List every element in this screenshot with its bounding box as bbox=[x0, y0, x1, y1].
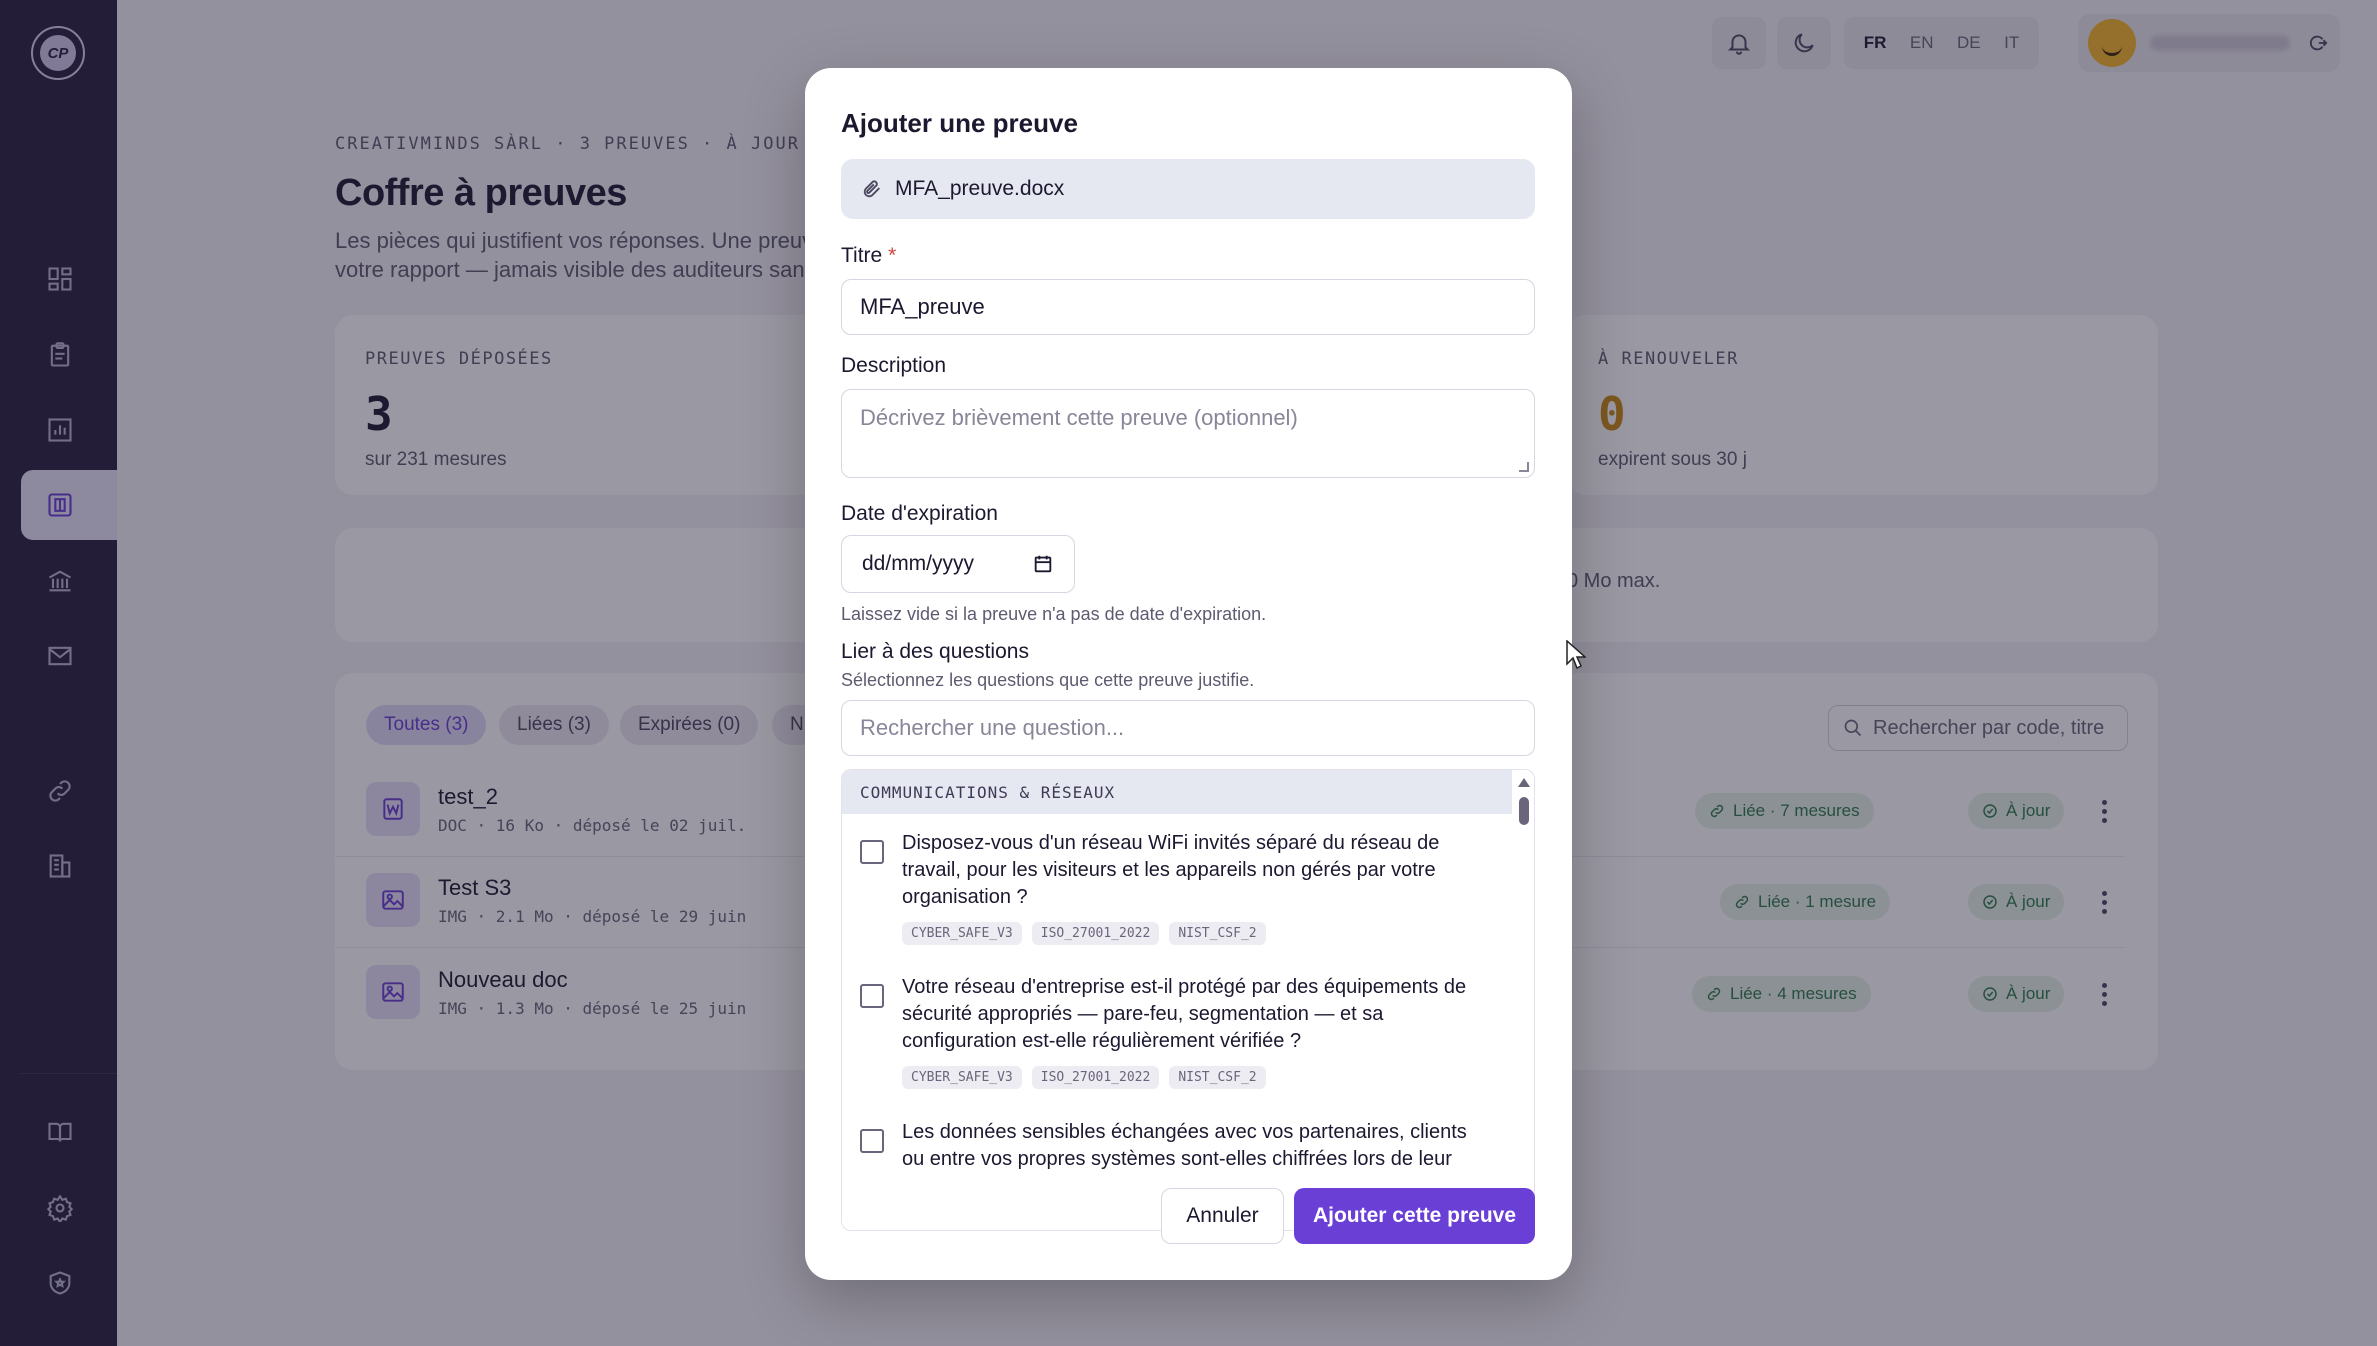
framework-tag: ISO_27001_2022 bbox=[1031, 1066, 1160, 1089]
cancel-button[interactable]: Annuler bbox=[1161, 1188, 1284, 1244]
question-checkbox[interactable] bbox=[860, 840, 884, 864]
expiry-hint: Laissez vide si la preuve n'a pas de dat… bbox=[841, 604, 1267, 624]
selected-file[interactable]: MFA_preuve.docx bbox=[841, 159, 1535, 219]
question-checkbox[interactable] bbox=[860, 984, 884, 1008]
question-search-input[interactable] bbox=[841, 700, 1535, 756]
description-wrapper bbox=[841, 389, 1535, 478]
link-questions-hint: Sélectionnez les questions que cette pre… bbox=[841, 670, 1255, 690]
question-tags: CYBER_SAFE_V3 ISO_27001_2022 NIST_CSF_2 bbox=[902, 1066, 1266, 1089]
question-list: COMMUNICATIONS & RÉSEAUX Disposez-vous d… bbox=[841, 769, 1535, 1231]
required-mark: * bbox=[888, 244, 897, 267]
file-name: MFA_preuve.docx bbox=[895, 177, 1065, 200]
question-text: Votre réseau d'entreprise est-il protégé… bbox=[902, 976, 1467, 1052]
question-group-header: COMMUNICATIONS & RÉSEAUX bbox=[842, 770, 1512, 814]
question-text: Disposez-vous d'un réseau WiFi invités s… bbox=[902, 832, 1440, 908]
question-list-scrollbar[interactable] bbox=[1512, 770, 1534, 1230]
calendar-icon[interactable] bbox=[1032, 553, 1054, 575]
title-input[interactable] bbox=[841, 279, 1535, 335]
framework-tag: NIST_CSF_2 bbox=[1169, 922, 1266, 945]
question-item[interactable]: Votre réseau d'entreprise est-il protégé… bbox=[842, 974, 1512, 1104]
paperclip-icon bbox=[863, 180, 880, 198]
framework-tag: ISO_27001_2022 bbox=[1031, 922, 1160, 945]
add-evidence-button[interactable]: Ajouter cette preuve bbox=[1294, 1188, 1535, 1244]
framework-tag: NIST_CSF_2 bbox=[1169, 1066, 1266, 1089]
mouse-cursor bbox=[1566, 639, 1587, 670]
expiry-date-input[interactable]: dd/mm/yyyy bbox=[841, 535, 1075, 593]
description-input[interactable] bbox=[841, 389, 1535, 478]
expiry-label: Date d'expiration bbox=[841, 502, 998, 525]
question-checkbox[interactable] bbox=[860, 1129, 884, 1153]
question-item[interactable]: Disposez-vous d'un réseau WiFi invités s… bbox=[842, 830, 1512, 960]
title-label: Titre * bbox=[841, 244, 896, 268]
dialog-title: Ajouter une preuve bbox=[841, 108, 1078, 138]
scroll-thumb[interactable] bbox=[1519, 797, 1529, 825]
scroll-up-icon[interactable] bbox=[1518, 778, 1530, 787]
resize-handle-icon[interactable] bbox=[1519, 462, 1529, 472]
question-text: Les données sensibles échangées avec vos… bbox=[902, 1121, 1467, 1170]
question-tags: CYBER_SAFE_V3 ISO_27001_2022 NIST_CSF_2 bbox=[902, 922, 1266, 945]
add-evidence-dialog: Ajouter une preuve MFA_preuve.docx Titre… bbox=[805, 68, 1572, 1280]
description-label: Description bbox=[841, 354, 947, 377]
expiry-date-placeholder: dd/mm/yyyy bbox=[862, 552, 975, 575]
link-questions-label: Lier à des questions bbox=[841, 640, 1029, 663]
cursor-icon bbox=[1566, 639, 1587, 670]
framework-tag: CYBER_SAFE_V3 bbox=[902, 922, 1022, 945]
title-label-text: Titre bbox=[841, 244, 883, 267]
framework-tag: CYBER_SAFE_V3 bbox=[902, 1066, 1022, 1089]
